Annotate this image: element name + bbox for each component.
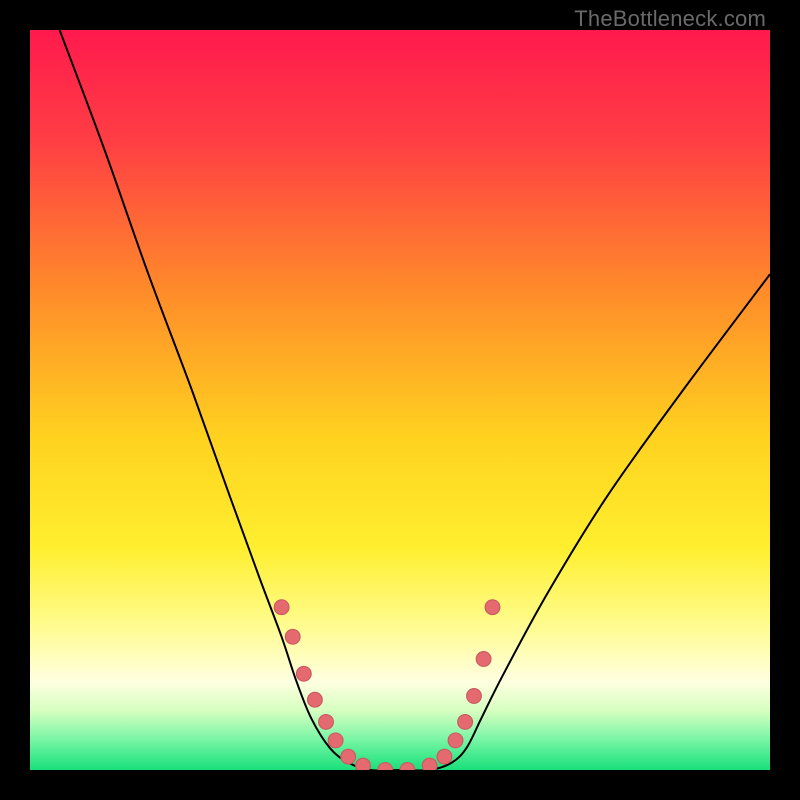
highlight-dot bbox=[485, 600, 500, 615]
highlight-dot bbox=[422, 758, 437, 770]
plot-area bbox=[30, 30, 770, 770]
highlight-dot bbox=[476, 652, 491, 667]
highlight-dot bbox=[296, 666, 311, 681]
marker-group bbox=[274, 600, 500, 770]
bottleneck-curve bbox=[60, 30, 770, 770]
watermark-label: TheBottleneck.com bbox=[574, 6, 766, 32]
highlight-dot bbox=[400, 763, 415, 770]
highlight-dot bbox=[437, 749, 452, 764]
chart-stage: TheBottleneck.com bbox=[0, 0, 800, 800]
highlight-dot bbox=[341, 749, 356, 764]
highlight-dot bbox=[328, 733, 343, 748]
highlight-dot bbox=[458, 715, 473, 730]
highlight-dot bbox=[285, 629, 300, 644]
chart-svg bbox=[30, 30, 770, 770]
highlight-dot bbox=[274, 600, 289, 615]
highlight-dot bbox=[319, 715, 334, 730]
highlight-dot bbox=[448, 733, 463, 748]
highlight-dot bbox=[356, 758, 371, 770]
highlight-dot bbox=[467, 689, 482, 704]
highlight-dot bbox=[308, 692, 323, 707]
highlight-dot bbox=[378, 763, 393, 770]
